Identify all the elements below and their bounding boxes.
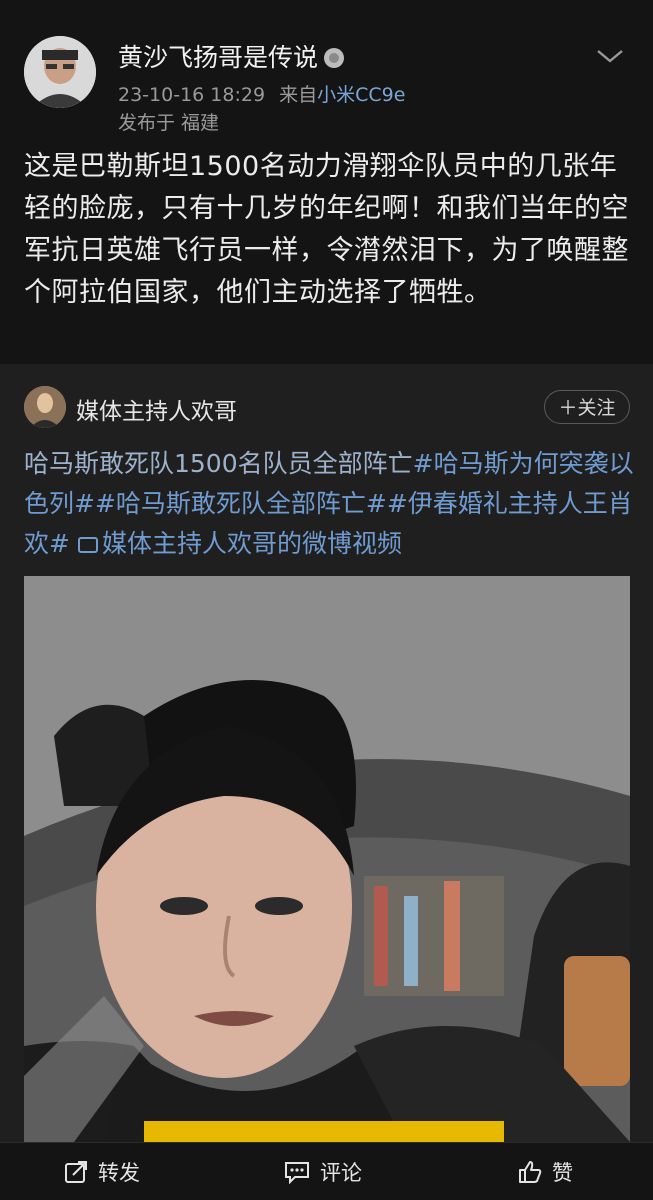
source-device-link[interactable]: 小米CC9e [317, 84, 405, 106]
like-action[interactable]: 赞 [518, 1157, 573, 1189]
post-username[interactable]: 黄沙飞扬哥是传说 [118, 38, 345, 74]
repost-icon [64, 1160, 88, 1189]
action-bar: 转发 评论 赞 [0, 1142, 653, 1200]
repost-action[interactable]: 转发 [64, 1157, 140, 1189]
post-header: 黄沙飞扬哥是传说 23-10-16 18:29 来自小米CC9e 发布于 福建 [0, 0, 653, 145]
like-label: 赞 [552, 1161, 573, 1185]
video-link-icon [77, 537, 98, 553]
video-link[interactable]: 媒体主持人欢哥的微博视频 [102, 529, 402, 558]
repost-user-avatar[interactable] [24, 386, 66, 428]
thumbs-up-icon [518, 1160, 542, 1189]
comment-icon [284, 1160, 310, 1189]
repost-body-text: 哈马斯敢死队1500名队员全部阵亡#哈马斯为何突袭以色列##哈马斯敢死队全部阵亡… [24, 444, 636, 564]
post-datetime: 23-10-16 18:29 [118, 84, 266, 106]
comment-action[interactable]: 评论 [284, 1157, 362, 1189]
post-body-text: 这是巴勒斯坦1500名动力滑翔伞队员中的几张年轻的脸庞，只有十几岁的年纪啊！和我… [24, 151, 629, 308]
source-prefix: 来自 [279, 84, 318, 106]
username-text[interactable]: 黄沙飞扬哥是传说 [118, 43, 318, 72]
hashtag-link-2[interactable]: #哈马斯敢死队全部阵亡# [95, 489, 387, 518]
repost-username[interactable]: 媒体主持人欢哥 [76, 392, 237, 426]
repost-text-plain: 哈马斯敢死队1500名队员全部阵亡 [24, 449, 413, 478]
repost-label: 转发 [98, 1161, 140, 1185]
post-location: 发布于 福建 [118, 112, 220, 134]
post-meta: 23-10-16 18:29 来自小米CC9e [118, 80, 405, 107]
follow-button[interactable]: ＋关注 [544, 390, 630, 424]
video-thumbnail[interactable] [24, 576, 630, 1142]
reposted-card[interactable]: 媒体主持人欢哥 ＋关注 哈马斯敢死队1500名队员全部阵亡#哈马斯为何突袭以色列… [0, 364, 653, 1142]
comment-label: 评论 [320, 1161, 362, 1185]
user-avatar[interactable] [24, 36, 96, 108]
more-options-icon[interactable] [596, 48, 624, 64]
medal-badge-icon [324, 48, 345, 68]
